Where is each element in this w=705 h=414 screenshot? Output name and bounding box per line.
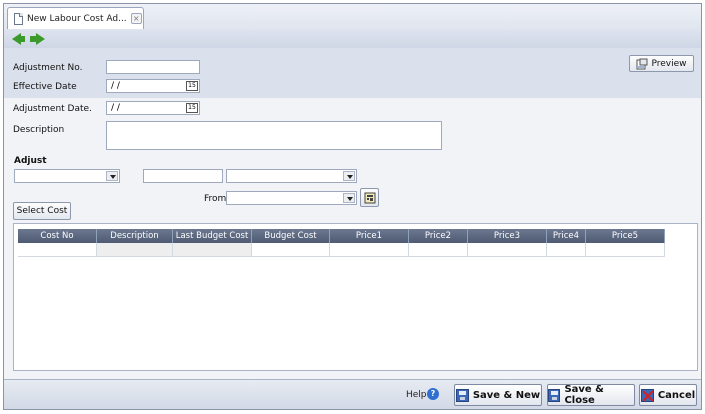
grid-cell[interactable] bbox=[409, 243, 468, 257]
grid-cell[interactable] bbox=[18, 243, 97, 257]
effective-date-label: Effective Date bbox=[13, 82, 77, 92]
form-window: New Labour Cost Ad... × Adjustment No. E… bbox=[3, 3, 702, 410]
from-label: From bbox=[204, 194, 227, 204]
document-icon bbox=[14, 12, 23, 25]
chevron-down-icon[interactable] bbox=[343, 171, 355, 181]
save-icon bbox=[455, 388, 469, 402]
tab-strip: New Labour Cost Ad... × bbox=[4, 4, 701, 30]
grid-cell[interactable] bbox=[330, 243, 409, 257]
adjustment-no-label: Adjustment No. bbox=[13, 63, 83, 73]
select-cost-label: Select Cost bbox=[16, 206, 68, 216]
effective-date-field[interactable]: / / 15 bbox=[106, 79, 200, 93]
column-header[interactable]: Price1 bbox=[330, 229, 409, 243]
cancel-icon bbox=[640, 388, 654, 402]
cost-grid: Cost No Description Last Budget Cost Bud… bbox=[13, 223, 698, 371]
preview-label: Preview bbox=[651, 58, 687, 69]
footer-bar: Help ? Save & New Save & Close Cancel bbox=[4, 379, 701, 409]
apply-adjust-button[interactable] bbox=[360, 188, 379, 207]
adjust-type-select[interactable] bbox=[14, 169, 120, 183]
adjust-value-input[interactable] bbox=[143, 169, 223, 183]
description-textarea[interactable] bbox=[106, 121, 442, 150]
save-icon bbox=[548, 388, 561, 402]
column-header[interactable]: Last Budget Cost bbox=[173, 229, 252, 243]
arrow-left-icon-shaft[interactable] bbox=[19, 36, 25, 42]
grid-cell bbox=[173, 243, 252, 257]
help-icon[interactable]: ? bbox=[427, 388, 439, 400]
grid-cell[interactable] bbox=[586, 243, 665, 257]
header-panel: Adjustment No. Effective Date / / 15 Pre… bbox=[4, 48, 701, 98]
column-header[interactable]: Cost No bbox=[18, 229, 97, 243]
calculator-icon bbox=[364, 192, 375, 203]
save-and-new-label: Save & New bbox=[472, 389, 541, 401]
column-header[interactable]: Price5 bbox=[586, 229, 665, 243]
save-and-close-button[interactable]: Save & Close bbox=[547, 384, 635, 406]
adjustment-date-field[interactable]: / / 15 bbox=[106, 101, 200, 115]
description-label: Description bbox=[13, 125, 65, 135]
preview-icon bbox=[636, 58, 648, 69]
column-header[interactable]: Price4 bbox=[547, 229, 586, 243]
grid-cell bbox=[97, 243, 173, 257]
adjust-heading: Adjust bbox=[14, 156, 47, 166]
save-and-new-button[interactable]: Save & New bbox=[454, 384, 542, 406]
column-header[interactable]: Budget Cost bbox=[252, 229, 330, 243]
save-and-close-label: Save & Close bbox=[564, 384, 604, 406]
grid-cell[interactable] bbox=[468, 243, 547, 257]
help-label[interactable]: Help bbox=[406, 390, 427, 400]
preview-button[interactable]: Preview bbox=[629, 55, 694, 72]
grid-cell[interactable] bbox=[252, 243, 330, 257]
effective-date-value: / / bbox=[111, 81, 120, 91]
adjust-unit-select[interactable] bbox=[226, 169, 357, 183]
calendar-icon[interactable]: 15 bbox=[186, 103, 198, 113]
arrow-right-icon[interactable] bbox=[36, 33, 45, 45]
adjustment-date-label: Adjustment Date. bbox=[13, 104, 92, 114]
navigation-bar bbox=[4, 30, 701, 48]
grid-header: Cost No Description Last Budget Cost Bud… bbox=[18, 229, 665, 243]
column-header[interactable]: Price2 bbox=[409, 229, 468, 243]
adjustment-no-input[interactable] bbox=[106, 60, 200, 74]
column-header[interactable]: Description bbox=[97, 229, 173, 243]
cancel-button[interactable]: Cancel bbox=[639, 384, 697, 406]
select-cost-button[interactable]: Select Cost bbox=[13, 202, 71, 220]
chevron-down-icon[interactable] bbox=[343, 193, 355, 203]
column-header[interactable]: Price3 bbox=[468, 229, 547, 243]
close-icon[interactable]: × bbox=[130, 13, 142, 24]
chevron-down-icon[interactable] bbox=[106, 171, 118, 181]
tab-label: New Labour Cost Ad... bbox=[27, 13, 127, 24]
adjustment-date-value: / / bbox=[111, 103, 120, 113]
calendar-icon[interactable]: 15 bbox=[186, 81, 198, 91]
tab-new-labour-cost-adjustment[interactable]: New Labour Cost Ad... × bbox=[7, 7, 144, 29]
table-row[interactable] bbox=[18, 243, 665, 257]
cancel-label: Cancel bbox=[657, 389, 696, 401]
grid-cell[interactable] bbox=[547, 243, 586, 257]
from-select[interactable] bbox=[226, 191, 357, 205]
